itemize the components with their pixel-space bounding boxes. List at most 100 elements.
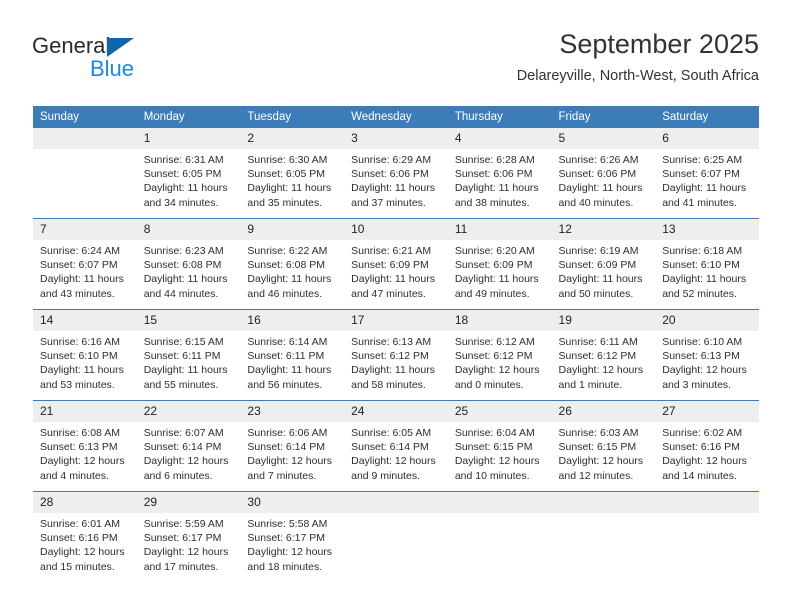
sunset-text: Sunset: 6:07 PM: [662, 168, 740, 181]
calendar-day-cell[interactable]: 18 Sunrise: 6:12 AM Sunset: 6:12 PM Dayligh…: [447, 309, 552, 401]
day-number: 27: [655, 401, 759, 422]
day-cell-body: 4 Sunrise: 6:28 AM Sunset: 6:06 PM Daylight…: [447, 128, 552, 218]
sunrise-text: Sunrise: 6:06 AM: [247, 427, 328, 439]
day-cell-body: 3 Sunrise: 6:29 AM Sunset: 6:06 PM Daylight…: [344, 128, 448, 218]
sunset-text: Sunset: 6:17 PM: [247, 532, 326, 545]
calendar-day-cell[interactable]: 5 Sunrise: 6:26 AM Sunset: 6:06 PM Daylight…: [551, 128, 656, 219]
calendar-day-cell[interactable]: 1 Sunrise: 6:31 AM Sunset: 6:05 PM Daylight…: [136, 128, 241, 219]
daylight-text-line1: Daylight: 11 hours: [351, 182, 435, 195]
day-info: Sunrise: 6:29 AM Sunset: 6:06 PM Daylight:…: [344, 149, 448, 210]
daylight-text-line2: and 35 minutes.: [247, 196, 323, 209]
sunrise-text: Sunrise: 5:58 AM: [247, 518, 328, 530]
day-number: 15: [136, 310, 241, 331]
weekday-header-sunday: Sunday: [33, 106, 137, 128]
daylight-text-line2: and 4 minutes.: [40, 469, 109, 482]
calendar-day-cell[interactable]: 12 Sunrise: 6:19 AM Sunset: 6:09 PM Dayligh…: [551, 218, 656, 310]
day-cell-body: 20 Sunrise: 6:10 AM Sunset: 6:13 PM Dayligh…: [655, 310, 759, 400]
daylight-text-line1: Daylight: 11 hours: [143, 273, 228, 286]
calendar-day-cell[interactable]: 14 Sunrise: 6:16 AM Sunset: 6:10 PM Dayligh…: [33, 309, 137, 401]
calendar-day-cell[interactable]: 9 Sunrise: 6:22 AM Sunset: 6:08 PM Daylight…: [240, 218, 345, 310]
sunrise-text: Sunrise: 6:04 AM: [454, 427, 535, 439]
calendar-header-row: Sunday Monday Tuesday Wednesday Thursday…: [33, 106, 759, 128]
calendar-day-cell[interactable]: 26 Sunrise: 6:03 AM Sunset: 6:15 PM Dayligh…: [551, 400, 656, 492]
day-number: 25: [447, 401, 552, 422]
sunrise-text: Sunrise: 6:11 AM: [558, 336, 638, 348]
calendar-day-cell[interactable]: 11 Sunrise: 6:20 AM Sunset: 6:09 PM Dayligh…: [447, 218, 552, 310]
day-number: 29: [136, 492, 241, 513]
weekday-header-wednesday: Wednesday: [344, 106, 448, 128]
calendar-day-cell[interactable]: 10 Sunrise: 6:21 AM Sunset: 6:09 PM Dayligh…: [344, 218, 448, 310]
calendar-day-cell[interactable]: 2 Sunrise: 6:30 AM Sunset: 6:05 PM Daylight…: [240, 128, 345, 219]
calendar-day-cell[interactable]: 22 Sunrise: 6:07 AM Sunset: 6:14 PM Dayligh…: [136, 400, 241, 492]
calendar-day-cell[interactable]: 21 Sunrise: 6:08 AM Sunset: 6:13 PM Dayligh…: [33, 400, 137, 492]
calendar-day-cell[interactable]: 27 Sunrise: 6:02 AM Sunset: 6:16 PM Dayligh…: [655, 400, 759, 492]
sunset-text: Sunset: 6:08 PM: [143, 259, 222, 272]
daylight-text-line2: and 43 minutes.: [40, 287, 115, 300]
sunrise-text: Sunrise: 6:12 AM: [454, 336, 535, 348]
daylight-text-line2: and 53 minutes.: [40, 378, 115, 391]
day-number: 16: [240, 310, 345, 331]
day-info: Sunrise: 6:20 AM Sunset: 6:09 PM Daylight:…: [448, 240, 552, 301]
calendar-body: 1 Sunrise: 6:31 AM Sunset: 6:05 PM Daylight…: [33, 128, 759, 582]
sunrise-text: Sunrise: 6:21 AM: [351, 245, 432, 257]
calendar-day-cell[interactable]: 23 Sunrise: 6:06 AM Sunset: 6:14 PM Dayligh…: [240, 400, 345, 492]
sunrise-text: Sunrise: 6:25 AM: [662, 154, 743, 166]
sunrise-text: Sunrise: 6:26 AM: [558, 154, 639, 166]
calendar-day-cell[interactable]: 4 Sunrise: 6:28 AM Sunset: 6:06 PM Daylight…: [447, 128, 552, 219]
sunrise-text: Sunrise: 6:24 AM: [40, 245, 120, 257]
weekday-header-friday: Friday: [551, 106, 656, 128]
day-info: Sunrise: 6:25 AM Sunset: 6:07 PM Daylight:…: [655, 149, 759, 210]
calendar-day-cell[interactable]: 16 Sunrise: 6:14 AM Sunset: 6:11 PM Dayligh…: [240, 309, 345, 401]
day-number: 24: [344, 401, 448, 422]
calendar-day-cell[interactable]: 15 Sunrise: 6:15 AM Sunset: 6:11 PM Dayligh…: [136, 309, 241, 401]
calendar-day-cell[interactable]: 7 Sunrise: 6:24 AM Sunset: 6:07 PM Daylight…: [33, 218, 137, 310]
daylight-text-line1: Daylight: 12 hours: [351, 455, 436, 468]
calendar-week-row: 21 Sunrise: 6:08 AM Sunset: 6:13 PM Dayligh…: [33, 400, 759, 492]
calendar-day-cell[interactable]: 29 Sunrise: 5:59 AM Sunset: 6:17 PM Dayligh…: [136, 491, 241, 582]
calendar-day-cell[interactable]: 25 Sunrise: 6:04 AM Sunset: 6:15 PM Dayligh…: [447, 400, 552, 492]
day-number: 4: [447, 128, 552, 149]
calendar-day-cell[interactable]: 6 Sunrise: 6:25 AM Sunset: 6:07 PM Daylight…: [655, 128, 759, 219]
daylight-text-line1: Daylight: 12 hours: [247, 546, 333, 559]
calendar-day-cell[interactable]: 20 Sunrise: 6:10 AM Sunset: 6:13 PM Dayligh…: [655, 309, 759, 401]
calendar-day-cell[interactable]: 30 Sunrise: 5:58 AM Sunset: 6:17 PM Dayligh…: [240, 491, 345, 582]
sunset-text: Sunset: 6:09 PM: [351, 259, 429, 272]
sunrise-text: Sunrise: 6:22 AM: [247, 245, 328, 257]
brand-logo[interactable]: General Blue: [32, 33, 172, 83]
daylight-text-line1: Daylight: 11 hours: [351, 364, 435, 377]
calendar-day-cell[interactable]: 8 Sunrise: 6:23 AM Sunset: 6:08 PM Daylight…: [136, 218, 241, 310]
sunset-text: Sunset: 6:15 PM: [558, 441, 637, 454]
daylight-text-line2: and 18 minutes.: [247, 560, 323, 573]
day-info: Sunrise: 6:26 AM Sunset: 6:06 PM Daylight:…: [552, 149, 656, 210]
calendar-day-cell[interactable]: 3 Sunrise: 6:29 AM Sunset: 6:06 PM Daylight…: [344, 128, 448, 219]
day-info: Sunrise: 6:10 AM Sunset: 6:13 PM Daylight:…: [655, 331, 759, 392]
day-cell-body: 25 Sunrise: 6:04 AM Sunset: 6:15 PM Dayligh…: [447, 401, 552, 491]
day-info: Sunrise: 5:59 AM Sunset: 6:17 PM Daylight:…: [137, 513, 241, 574]
sunset-text: Sunset: 6:08 PM: [247, 259, 326, 272]
daylight-text-line1: Daylight: 11 hours: [662, 273, 747, 286]
calendar-week-row: 7 Sunrise: 6:24 AM Sunset: 6:07 PM Daylight…: [33, 218, 759, 310]
calendar-day-cell[interactable]: 13 Sunrise: 6:18 AM Sunset: 6:10 PM Dayligh…: [655, 218, 759, 310]
daylight-text-line2: and 44 minutes.: [143, 287, 219, 300]
day-number: 19: [551, 310, 656, 331]
calendar-day-cell[interactable]: 28 Sunrise: 6:01 AM Sunset: 6:16 PM Dayligh…: [33, 491, 137, 582]
daylight-text-line2: and 55 minutes.: [143, 378, 219, 391]
sunset-text: Sunset: 6:13 PM: [40, 441, 118, 454]
sunrise-text: Sunrise: 6:08 AM: [40, 427, 120, 439]
day-cell-body: 14 Sunrise: 6:16 AM Sunset: 6:10 PM Dayligh…: [33, 310, 137, 400]
day-number: 21: [33, 401, 137, 422]
day-info: Sunrise: 6:18 AM Sunset: 6:10 PM Daylight:…: [655, 240, 759, 301]
day-cell-body: 26 Sunrise: 6:03 AM Sunset: 6:15 PM Dayligh…: [551, 401, 656, 491]
calendar-day-cell[interactable]: 24 Sunrise: 6:05 AM Sunset: 6:14 PM Dayligh…: [344, 400, 448, 492]
day-info: Sunrise: 6:19 AM Sunset: 6:09 PM Daylight:…: [552, 240, 656, 301]
day-number: 1: [136, 128, 241, 149]
daylight-text-line2: and 7 minutes.: [247, 469, 317, 482]
day-number: 9: [240, 219, 345, 240]
calendar-day-cell[interactable]: 17 Sunrise: 6:13 AM Sunset: 6:12 PM Dayligh…: [344, 309, 448, 401]
calendar-day-cell: [344, 491, 448, 582]
daylight-text-line1: Daylight: 12 hours: [143, 546, 229, 559]
weekday-header-tuesday: Tuesday: [240, 106, 345, 128]
calendar-day-cell[interactable]: 19 Sunrise: 6:11 AM Sunset: 6:12 PM Dayligh…: [551, 309, 656, 401]
sunrise-text: Sunrise: 6:13 AM: [351, 336, 432, 348]
daylight-text-line1: Daylight: 12 hours: [40, 455, 125, 468]
